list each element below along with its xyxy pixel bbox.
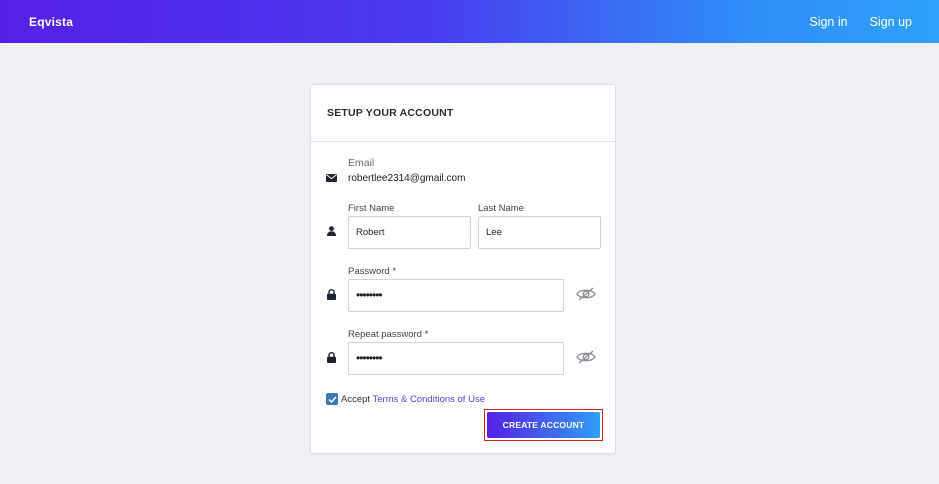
setup-account-card: SETUP YOUR ACCOUNT Email robertlee2314@g… bbox=[310, 84, 616, 454]
first-name-label: First Name bbox=[348, 203, 395, 214]
checkmark-icon bbox=[327, 395, 337, 403]
signin-link[interactable]: Sign in bbox=[809, 15, 847, 29]
signup-link[interactable]: Sign up bbox=[870, 15, 912, 29]
first-name-input[interactable]: Robert bbox=[348, 216, 471, 249]
eye-slash-icon[interactable] bbox=[576, 287, 596, 301]
envelope-icon bbox=[326, 174, 337, 182]
repeat-password-input[interactable]: •••••••• bbox=[348, 342, 564, 375]
email-label: Email bbox=[348, 157, 375, 169]
person-icon bbox=[327, 226, 336, 236]
repeat-password-label: Repeat password * bbox=[348, 329, 429, 340]
card-header: SETUP YOUR ACCOUNT bbox=[311, 85, 615, 142]
password-input[interactable]: •••••••• bbox=[348, 279, 564, 312]
brand-logo[interactable]: Eqvista bbox=[29, 15, 73, 29]
create-account-button[interactable]: CREATE ACCOUNT bbox=[487, 412, 600, 438]
lock-icon bbox=[327, 352, 336, 363]
terms-link[interactable]: Terms & Conditions of Use bbox=[373, 394, 485, 405]
password-label: Password * bbox=[348, 266, 397, 277]
accept-label: Accept bbox=[341, 394, 371, 405]
top-nav-links: Sign in Sign up bbox=[809, 15, 912, 29]
card-title: SETUP YOUR ACCOUNT bbox=[327, 107, 454, 119]
create-account-highlight: CREATE ACCOUNT bbox=[484, 409, 603, 441]
terms-checkbox[interactable] bbox=[326, 393, 338, 405]
eye-slash-icon[interactable] bbox=[576, 350, 596, 364]
email-value: robertlee2314@gmail.com bbox=[348, 173, 466, 184]
top-navbar: Eqvista Sign in Sign up bbox=[0, 0, 939, 43]
lock-icon bbox=[327, 289, 336, 300]
last-name-label: Last Name bbox=[478, 203, 524, 214]
last-name-input[interactable]: Lee bbox=[478, 216, 601, 249]
terms-text: Accept Terms & Conditions of Use bbox=[341, 394, 485, 405]
